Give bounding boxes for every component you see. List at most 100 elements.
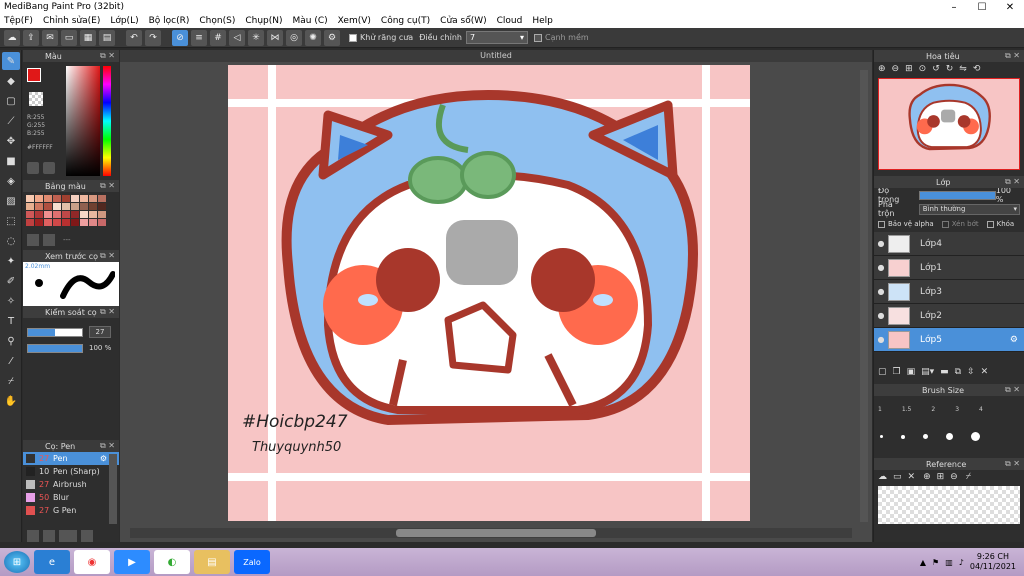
add-brush-icon[interactable] [27,530,39,542]
new-layer-icon[interactable]: ▢ [878,367,887,377]
coccoc-icon[interactable]: ◐ [154,550,190,574]
delete-layer-icon[interactable]: ✕ [981,367,989,377]
palette-swatch[interactable] [89,211,97,218]
select-tool-icon[interactable]: ⬚ [2,212,20,230]
palette-swatch[interactable] [71,211,79,218]
layer-item[interactable]: ● Lớp1 [874,256,1024,280]
cloud-icon[interactable]: ☁ [4,29,20,46]
panel-close-icon[interactable]: ⧉ ✕ [100,307,115,317]
zoom-in-icon[interactable]: ⊕ [878,64,886,74]
palette-swatch[interactable] [80,219,88,226]
menu-file[interactable]: Tệp(F) [4,16,33,26]
flip-icon[interactable]: ⇋ [959,64,967,74]
canvas-tab[interactable]: Untitled [120,50,872,62]
zoom-out-icon[interactable]: ⊖ [950,472,958,482]
brush-size-value[interactable]: 27 [89,326,111,338]
palette-swatch[interactable] [53,211,61,218]
palette-swatch[interactable] [98,211,106,218]
primary-color-swatch[interactable] [27,68,41,82]
palette-swatch[interactable] [89,195,97,202]
menu-window[interactable]: Cửa sổ(W) [440,16,486,26]
chrome-icon[interactable]: ◉ [74,550,110,574]
brush-item[interactable]: 27 Airbrush [23,478,119,491]
color-wheel-icon[interactable] [43,162,55,174]
palette-swatch[interactable] [98,203,106,210]
panel-icon[interactable]: ▭ [61,29,77,46]
snap-grid-icon[interactable]: # [210,29,226,46]
palette-swatch[interactable] [98,219,106,226]
palette-swatch[interactable] [53,203,61,210]
snap-parallel-icon[interactable]: ≡ [191,29,207,46]
close-icon[interactable]: ✕ [908,472,916,482]
palette-swatch[interactable] [26,195,34,202]
gear-icon[interactable]: ⚙ [100,454,107,463]
network-icon[interactable]: ▥ [945,558,953,567]
brush-size-slider[interactable] [27,328,83,337]
menu-cloud[interactable]: Cloud [497,16,523,26]
tray-up-icon[interactable]: ▲ [920,558,926,567]
gradient-tool-icon[interactable]: ▨ [2,192,20,210]
layer-item[interactable]: ● Lớp3 [874,280,1024,304]
brush-item[interactable]: 10 Pen (Sharp) [23,465,119,478]
palette-swatch[interactable] [71,195,79,202]
menu-filter[interactable]: Bộ lọc(R) [149,16,190,26]
line-tool-icon[interactable]: ⟋ [2,112,20,130]
grid-icon[interactable]: ▦ [80,29,96,46]
checkbox-icon[interactable] [878,220,885,228]
eye-icon[interactable]: ● [874,335,888,344]
menu-color[interactable]: Màu (C) [293,16,328,26]
delete-palette-icon[interactable] [43,234,55,246]
layer-item-selected[interactable]: ● Lớp5 ⚙ [874,328,1024,352]
cloud-icon[interactable]: ☁ [878,472,887,482]
menu-view[interactable]: Xem(V) [338,16,371,26]
palette-swatch[interactable] [80,211,88,218]
flag-icon[interactable]: ⚑ [932,558,939,567]
transparent-color-swatch[interactable] [29,92,43,106]
saturation-brightness-picker[interactable] [66,66,100,176]
layer-opacity-slider[interactable] [919,190,996,200]
clock[interactable]: 9:26 CH 04/11/2021 [970,552,1016,572]
move-tool-icon[interactable]: ✥ [2,132,20,150]
hue-slider[interactable] [103,66,111,176]
rect-tool-icon[interactable]: ■ [2,152,20,170]
operation-tool-icon[interactable]: ⚲ [2,332,20,350]
volume-icon[interactable]: ♪ [959,558,964,567]
palette-icon[interactable] [27,162,39,174]
brush-list-scrollbar[interactable] [109,454,117,524]
layout-icon[interactable]: ▤ [99,29,115,46]
add-palette-icon[interactable] [27,234,39,246]
palette-swatch[interactable] [26,211,34,218]
palette-swatch[interactable] [26,219,34,226]
palette-swatch[interactable] [44,211,52,218]
select-pen-icon[interactable]: ✐ [2,272,20,290]
move-layer-icon[interactable]: ⇳ [967,367,975,377]
fit-icon[interactable]: ⊞ [905,64,913,74]
menu-layer[interactable]: Lớp(L) [110,16,138,26]
panel-close-icon[interactable]: ⧉ ✕ [100,181,115,191]
menu-edit[interactable]: Chỉnh sửa(E) [43,16,100,26]
brush-size-dot[interactable] [901,434,905,439]
palette-swatch[interactable] [62,211,70,218]
palette-swatch[interactable] [35,219,43,226]
brush-size-dot[interactable] [923,434,928,439]
brush-tool-icon[interactable]: ✎ [2,52,20,70]
eraser-tool-icon[interactable]: ◆ [2,72,20,90]
brush-settings-icon[interactable] [43,530,55,542]
text-tool-icon[interactable]: T [2,312,20,330]
layer-item[interactable]: ● Lớp4 [874,232,1024,256]
brush-size-dot[interactable] [971,432,980,441]
brush-delete-icon[interactable] [81,530,93,542]
navigator-thumbnail[interactable] [878,78,1020,170]
eye-icon[interactable]: ● [874,263,888,272]
lasso-tool-icon[interactable]: ◌ [2,232,20,250]
reset-icon[interactable]: ⟲ [973,64,981,74]
dropper-tool-icon[interactable]: ⁄ [2,352,20,370]
palette-swatch[interactable] [53,219,61,226]
panel-close-icon[interactable]: ⧉ ✕ [100,441,115,451]
palette-swatch[interactable] [26,203,34,210]
brush-size-dot[interactable] [880,435,883,438]
brush-item[interactable]: 27 Pen ⚙ [23,452,119,465]
horizontal-scroll-thumb[interactable] [396,529,596,537]
eye-icon[interactable]: ● [874,239,888,248]
eyedropper-icon[interactable]: ⌿ [2,372,20,390]
